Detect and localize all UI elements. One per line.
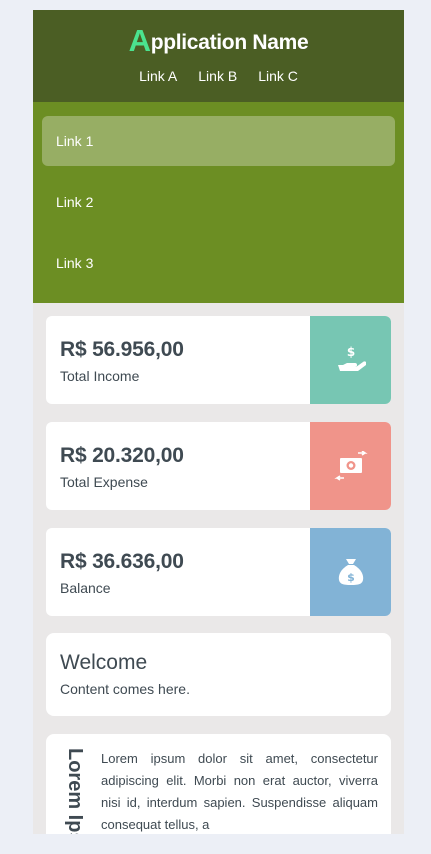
money-exchange-icon: [310, 422, 391, 510]
top-link-b[interactable]: Link B: [198, 68, 237, 84]
lorem-vertical-title-wrap: Lorem Ipsum: [64, 748, 90, 834]
stat-card-balance: R$ 36.636,00 Balance $: [46, 528, 391, 616]
stat-label: Total Expense: [60, 474, 148, 490]
stat-value: R$ 20.320,00: [60, 444, 184, 467]
lorem-vertical-title: Lorem Ipsum: [64, 748, 86, 834]
main-content: R$ 56.956,00 Total Income $ R$ 20.320,00…: [33, 303, 404, 834]
sidenav-item-link-3[interactable]: Link 3: [42, 238, 395, 288]
stat-label: Balance: [60, 580, 111, 596]
stat-value: R$ 36.636,00: [60, 550, 184, 573]
brand-name: pplication Name: [150, 31, 309, 54]
app-brand[interactable]: Application Name: [128, 23, 309, 58]
stat-label: Total Income: [60, 368, 140, 384]
side-nav: Link 1 Link 2 Link 3: [33, 102, 404, 303]
welcome-text: Content comes here.: [60, 681, 190, 697]
app-shell: Application Name Link A Link B Link C Li…: [33, 10, 404, 834]
sidenav-item-label: Link 3: [56, 255, 94, 271]
stat-card-total-income: R$ 56.956,00 Total Income $: [46, 316, 391, 404]
top-nav: Link A Link B Link C: [139, 68, 298, 84]
lorem-card: Lorem Ipsum Lorem ipsum dolor sit amet, …: [46, 734, 391, 834]
money-bag-icon: $: [310, 528, 391, 616]
hand-money-icon: $: [310, 316, 391, 404]
stat-card-total-expense: R$ 20.320,00 Total Expense: [46, 422, 391, 510]
welcome-card: Welcome Content comes here.: [46, 633, 391, 716]
sidenav-item-link-1[interactable]: Link 1: [42, 116, 395, 166]
svg-text:$: $: [346, 345, 354, 359]
lorem-text: Lorem ipsum dolor sit amet, consectetur …: [101, 751, 378, 832]
svg-text:$: $: [347, 571, 355, 584]
top-header: Application Name Link A Link B Link C: [33, 10, 404, 102]
top-link-a[interactable]: Link A: [139, 68, 177, 84]
sidenav-item-link-2[interactable]: Link 2: [42, 177, 395, 227]
sidenav-item-label: Link 1: [56, 133, 94, 149]
brand-initial: A: [128, 23, 151, 58]
top-link-c[interactable]: Link C: [258, 68, 298, 84]
sidenav-item-label: Link 2: [56, 194, 94, 210]
stat-value: R$ 56.956,00: [60, 338, 184, 361]
welcome-title: Welcome: [60, 651, 148, 674]
